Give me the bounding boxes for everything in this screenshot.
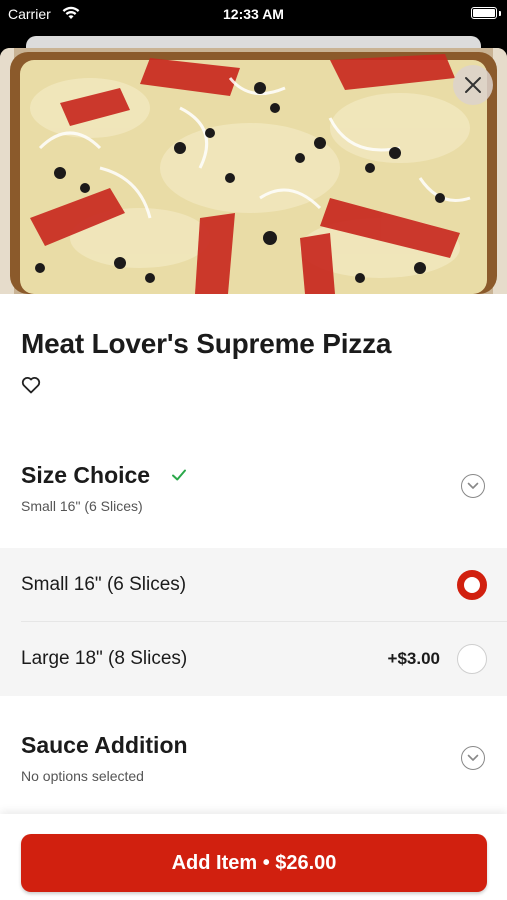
option-label: Large 18" (8 Slices) xyxy=(21,648,188,669)
status-bar: Carrier 12:33 AM xyxy=(0,0,507,30)
item-title: Meat Lover's Supreme Pizza xyxy=(21,328,392,359)
close-button[interactable] xyxy=(453,65,493,105)
close-icon xyxy=(465,77,481,93)
section-summary: No options selected xyxy=(21,768,144,784)
heart-icon[interactable] xyxy=(21,376,41,394)
pizza-photo xyxy=(0,48,507,294)
chevron-down-icon[interactable] xyxy=(461,474,485,498)
radio-selected[interactable] xyxy=(457,570,487,600)
option-row-large[interactable]: Large 18" (8 Slices) +$3.00 xyxy=(0,622,507,696)
section-title: Size Choice xyxy=(21,462,151,488)
check-icon xyxy=(172,469,186,481)
radio-unselected[interactable] xyxy=(457,644,487,674)
sauce-addition-header[interactable]: Sauce Addition No options selected xyxy=(0,732,507,812)
battery-icon xyxy=(471,7,497,19)
section-summary: Small 16" (6 Slices) xyxy=(21,498,143,514)
size-options-list: Small 16" (6 Slices) Large 18" (8 Slices… xyxy=(0,548,507,696)
section-title: Sauce Addition xyxy=(21,732,188,758)
size-choice-header[interactable]: Size Choice Small 16" (6 Slices) xyxy=(0,462,507,542)
option-price: +$3.00 xyxy=(387,649,440,668)
item-detail-sheet: Meat Lover's Supreme Pizza Size Choice S… xyxy=(0,48,507,900)
bottom-bar: Add Item • $26.00 xyxy=(0,814,507,900)
option-label: Small 16" (6 Slices) xyxy=(21,574,187,595)
clock: 12:33 AM xyxy=(223,6,284,22)
battery-tip xyxy=(499,11,501,16)
add-item-button[interactable]: Add Item • $26.00 xyxy=(21,834,487,892)
option-row-small[interactable]: Small 16" (6 Slices) xyxy=(0,548,507,622)
chevron-down-icon[interactable] xyxy=(461,746,485,770)
